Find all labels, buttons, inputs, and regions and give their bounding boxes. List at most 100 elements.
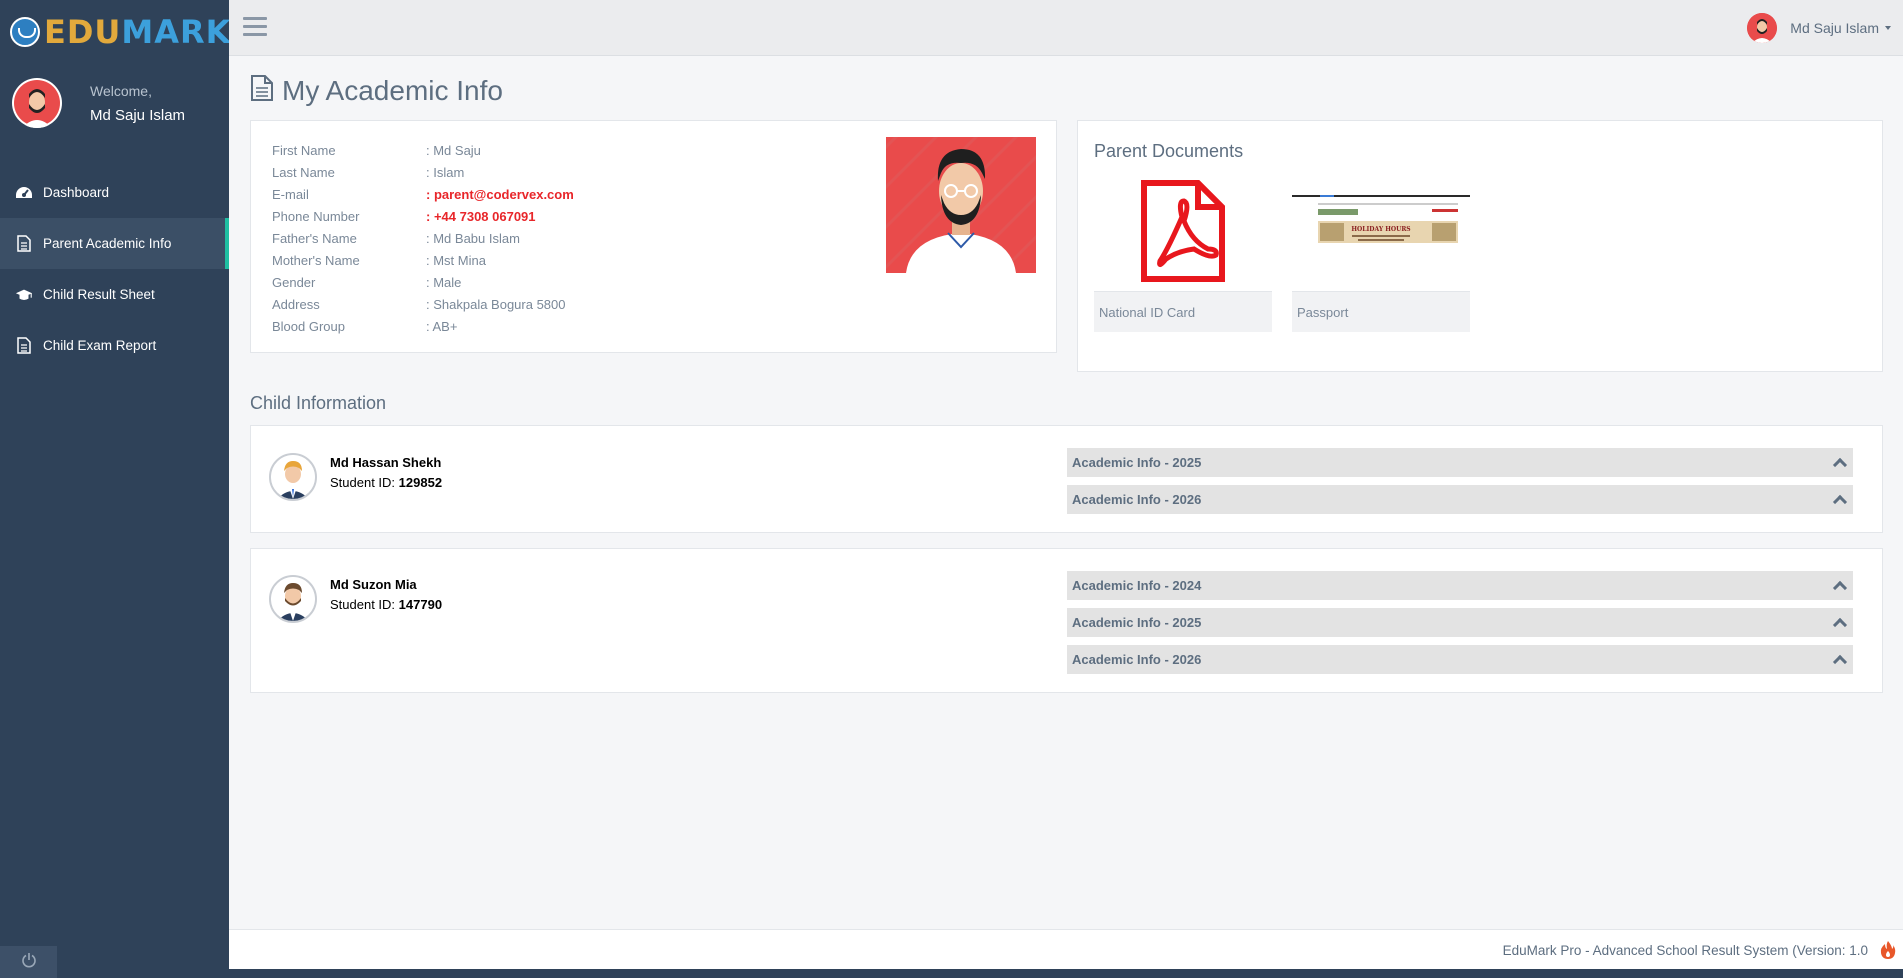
- info-row-gender: Gender : Male: [272, 271, 574, 293]
- child-card: Md Hassan Shekh Student ID: 129852 Acade…: [250, 425, 1883, 533]
- info-label: Phone Number: [272, 208, 360, 224]
- topbar-user-name: Md Saju Islam: [1790, 20, 1879, 36]
- info-row-email: E-mail : parent@codervex.com: [272, 183, 574, 205]
- pdf-icon: [1094, 171, 1272, 291]
- info-label: Father's Name: [272, 230, 357, 246]
- academic-accordion: Academic Info - 2025 Academic Info - 202…: [1067, 448, 1853, 522]
- sidebar-item-child-exam-report[interactable]: Child Exam Report: [0, 320, 229, 371]
- chevron-up-icon: [1832, 580, 1848, 596]
- accordion-label: Academic Info - 2026: [1072, 652, 1202, 667]
- info-row-blood-group: Blood Group : AB+: [272, 315, 574, 337]
- user-avatar: [12, 78, 62, 128]
- child-details: Md Suzon Mia Student ID: 147790: [330, 577, 442, 612]
- info-label: Last Name: [272, 164, 335, 180]
- info-row-last-name: Last Name: Islam: [272, 161, 574, 183]
- logout-button[interactable]: [0, 946, 57, 978]
- footer: EduMark Pro - Advanced School Result Sys…: [229, 929, 1903, 969]
- info-value: : parent@codervex.com: [426, 186, 574, 202]
- sidebar-item-dashboard[interactable]: Dashboard: [0, 167, 229, 218]
- user-avatar: [1747, 13, 1778, 43]
- page-title: My Academic Info: [250, 74, 503, 107]
- info-value: : Md Babu Islam: [426, 230, 520, 246]
- child-name: Md Suzon Mia: [330, 577, 417, 592]
- graduation-cap-icon: [15, 286, 33, 304]
- child-avatar: [269, 575, 317, 623]
- academic-accordion: Academic Info - 2024 Academic Info - 202…: [1067, 571, 1853, 682]
- document-caption: National ID Card: [1094, 291, 1272, 332]
- welcome-user-name: Md Saju Islam: [90, 106, 186, 124]
- child-card: Md Suzon Mia Student ID: 147790 Academic…: [250, 548, 1883, 693]
- info-value: : Shakpala Bogura 5800: [426, 296, 566, 312]
- info-value: : +44 7308 067091: [426, 208, 536, 224]
- logo-text-mark: MARK: [121, 13, 232, 51]
- student-id-label: Student ID:: [330, 475, 396, 490]
- document-icon: [250, 74, 274, 107]
- info-value: : Male: [426, 274, 462, 290]
- topbar: Md Saju Islam: [229, 0, 1903, 56]
- sidebar-item-label: Dashboard: [43, 185, 110, 200]
- dashboard-icon: [15, 184, 33, 202]
- accordion-academic-info-2025[interactable]: Academic Info - 2025: [1067, 448, 1853, 477]
- bottom-strip: [229, 969, 1903, 978]
- child-name: Md Hassan Shekh: [330, 455, 442, 470]
- chevron-down-icon: [1885, 26, 1891, 30]
- sidebar-item-label: Child Exam Report: [43, 338, 157, 353]
- info-label: Address: [272, 296, 320, 312]
- parent-documents-panel: Parent Documents National ID Card HOLIDA…: [1077, 120, 1883, 372]
- sidebar-item-parent-academic-info[interactable]: Parent Academic Info: [0, 218, 229, 269]
- info-value: : Md Saju: [426, 142, 481, 158]
- info-row-address: Address : Shakpala Bogura 5800: [272, 293, 574, 315]
- user-menu-dropdown[interactable]: Md Saju Islam: [1747, 13, 1891, 43]
- chevron-up-icon: [1832, 457, 1848, 473]
- footer-text: EduMark Pro - Advanced School Result Sys…: [1502, 943, 1868, 958]
- document-card-passport[interactable]: HOLIDAY HOURS Passport: [1292, 171, 1470, 332]
- info-row-phone: Phone Number : +44 7308 067091: [272, 205, 574, 227]
- student-id-label: Student ID:: [330, 597, 396, 612]
- info-label: Gender: [272, 274, 316, 290]
- flame-icon[interactable]: [1873, 930, 1903, 970]
- info-label: Mother's Name: [272, 252, 360, 268]
- chevron-up-icon: [1832, 617, 1848, 633]
- info-label: E-mail: [272, 186, 309, 202]
- child-details: Md Hassan Shekh Student ID: 129852: [330, 455, 442, 490]
- accordion-label: Academic Info - 2026: [1072, 492, 1202, 507]
- child-student-id: Student ID: 147790: [330, 597, 442, 612]
- hamburger-icon[interactable]: [243, 17, 267, 37]
- chevron-up-icon: [1832, 654, 1848, 670]
- image-thumbnail: HOLIDAY HOURS: [1292, 171, 1470, 291]
- child-student-id: Student ID: 129852: [330, 475, 442, 490]
- document-icon: [15, 235, 33, 253]
- info-row-father-name: Father's Name : Md Babu Islam: [272, 227, 574, 249]
- accordion-label: Academic Info - 2025: [1072, 615, 1202, 630]
- sidebar-item-label: Child Result Sheet: [43, 287, 155, 302]
- accordion-label: Academic Info - 2025: [1072, 455, 1202, 470]
- child-avatar: [269, 453, 317, 501]
- accordion-academic-info-2026[interactable]: Academic Info - 2026: [1067, 645, 1853, 674]
- page-title-text: My Academic Info: [282, 74, 503, 106]
- sidebar: EDUMARK Welcome, Md Saju Islam Dashboard: [0, 0, 231, 978]
- logo-text-edu: EDU: [44, 13, 122, 51]
- document-icon: [15, 337, 33, 355]
- student-id-value: 129852: [398, 475, 443, 490]
- accordion-academic-info-2026[interactable]: Academic Info - 2026: [1067, 485, 1853, 514]
- info-row-mother-name: Mother's Name : Mst Mina: [272, 249, 574, 271]
- accordion-label: Academic Info - 2024: [1072, 578, 1202, 593]
- document-card-national-id[interactable]: National ID Card: [1094, 171, 1272, 332]
- info-label: Blood Group: [272, 318, 345, 334]
- logo-emblem-icon: [10, 17, 40, 47]
- sidebar-nav: Dashboard Parent Academic Info Child Res…: [0, 167, 229, 371]
- info-value: : AB+: [426, 318, 458, 334]
- thumbnail-text: HOLIDAY HOURS: [1351, 226, 1410, 233]
- info-row-first-name: First Name : Md Saju: [272, 139, 574, 161]
- documents-title: Parent Documents: [1094, 141, 1244, 161]
- profile-info-panel: First Name : Md Saju Last Name: Islam E-m…: [250, 120, 1057, 353]
- document-caption: Passport: [1292, 291, 1470, 332]
- accordion-academic-info-2024[interactable]: Academic Info - 2024: [1067, 571, 1853, 600]
- accordion-academic-info-2025[interactable]: Academic Info - 2025: [1067, 608, 1853, 637]
- child-information-title: Child Information: [250, 393, 387, 413]
- info-value: : Mst Mina: [426, 252, 486, 268]
- student-id-value: 147790: [398, 597, 443, 612]
- app-logo[interactable]: EDUMARK: [10, 10, 231, 54]
- sidebar-item-child-result-sheet[interactable]: Child Result Sheet: [0, 269, 229, 320]
- info-label: First Name: [272, 142, 336, 158]
